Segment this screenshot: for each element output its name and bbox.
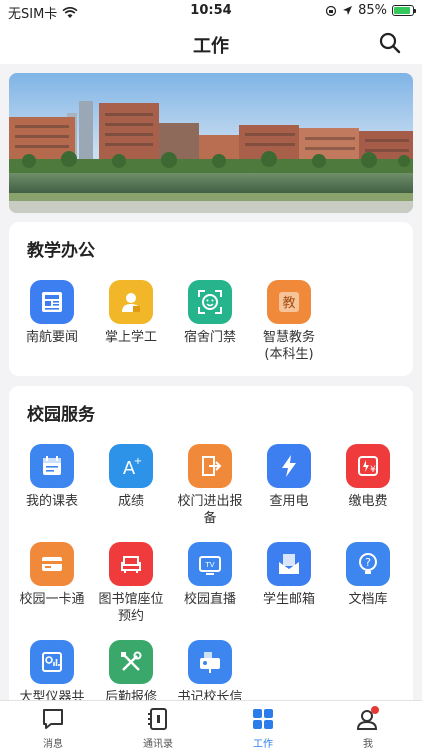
app-label: 大型仪器共 [19, 690, 85, 700]
app-check-electricity[interactable]: 查用电 [250, 444, 328, 510]
campus-photo [9, 73, 413, 213]
profile-icon [356, 706, 379, 730]
app-document-library[interactable]: ? 文档库 [329, 542, 407, 608]
app-campus-card[interactable]: 校园一卡通 [13, 542, 91, 608]
app-label: 缴电费 [348, 494, 388, 509]
contacts-icon [148, 708, 167, 730]
gate-exit-icon [188, 444, 232, 488]
repair-tools-icon [109, 640, 153, 684]
location-icon [343, 6, 353, 15]
app-large-instrument[interactable]: 大型仪器共 [13, 640, 91, 700]
app-label: 南航要闻 [25, 330, 78, 345]
app-logistics-repair[interactable]: 后勤报修 [92, 640, 170, 700]
status-right: 85% [325, 3, 416, 18]
teaching-icon: 教 [267, 280, 311, 324]
app-label: 校园一卡通 [19, 592, 85, 607]
svg-text:¥: ¥ [370, 465, 376, 475]
message-icon [43, 709, 63, 729]
mailbox-icon [188, 640, 232, 684]
battery-icon [392, 5, 416, 16]
teaching-office-section: 教学办公 南航要闻 掌上学工 宿舍门禁 教 智慧教务 (本科生) [9, 222, 413, 376]
library-seat-icon [109, 542, 153, 586]
app-academic-affairs[interactable]: 教 智慧教务 (本科生) [250, 280, 328, 363]
section-title: 校园服务 [27, 405, 95, 425]
app-label: 智慧教务 (本科生) [262, 330, 315, 362]
mail-icon [267, 542, 311, 586]
face-scan-icon [188, 280, 232, 324]
app-label: 我的课表 [25, 494, 78, 509]
app-dorm-access[interactable]: 宿舍门禁 [171, 280, 249, 346]
app-label: 文档库 [348, 592, 388, 607]
campus-card-icon [30, 542, 74, 586]
app-label: 学生邮箱 [262, 592, 315, 607]
app-label: 图书馆座位 预约 [98, 592, 164, 624]
tab-label: 消息 [43, 739, 63, 750]
tab-contacts[interactable]: 通讯录 [116, 705, 200, 750]
app-news[interactable]: 南航要闻 [13, 280, 91, 346]
notification-badge [371, 706, 379, 714]
tab-messages[interactable]: 消息 [11, 705, 95, 750]
tab-label: 工作 [253, 739, 273, 750]
svg-text:TV: TV [204, 561, 214, 569]
nav-bar: 工作 [0, 22, 422, 64]
app-label: 掌上学工 [104, 330, 157, 345]
news-icon [30, 280, 74, 324]
tab-work[interactable]: 工作 [221, 705, 305, 750]
grid-icon [253, 709, 273, 729]
page-title: 工作 [193, 36, 229, 57]
tab-bar: 消息 通讯录 工作 我 [0, 700, 422, 750]
app-student-mail[interactable]: 学生邮箱 [250, 542, 328, 608]
question-doc-icon: ? [346, 542, 390, 586]
svg-text:?: ? [365, 556, 371, 569]
tv-icon: TV [188, 542, 232, 586]
lightning-icon [267, 444, 311, 488]
campus-banner[interactable] [9, 73, 413, 213]
app-pay-electricity[interactable]: ¥ 缴电费 [329, 444, 407, 510]
app-gate-report[interactable]: 校门进出报 备 [171, 444, 249, 527]
campus-services-section: 校园服务 我的课表 A + 成绩 校门进出报 备 查用电 ¥ 缴电费 校园一卡通… [9, 386, 413, 700]
schedule-icon [30, 444, 74, 488]
tab-label: 我 [363, 739, 373, 750]
app-grades[interactable]: A + 成绩 [92, 444, 170, 510]
status-bar: 无SIM卡 10:54 85% [0, 0, 422, 22]
orientation-lock-icon [325, 5, 337, 16]
svg-text:+: + [134, 456, 142, 467]
section-title: 教学办公 [27, 241, 95, 261]
tab-me[interactable]: 我 [326, 705, 410, 750]
app-student-affairs[interactable]: 掌上学工 [92, 280, 170, 346]
main-content: 教学办公 南航要闻 掌上学工 宿舍门禁 教 智慧教务 (本科生) 校园服务 我的… [0, 64, 422, 700]
app-president-mailbox[interactable]: 书记校长信 [171, 640, 249, 700]
app-label: 后勤报修 [104, 690, 157, 700]
battery-level [394, 7, 410, 14]
app-label: 校园直播 [183, 592, 236, 607]
app-library-seat[interactable]: 图书馆座位 预约 [92, 542, 170, 625]
electric-bill-icon: ¥ [346, 444, 390, 488]
app-label: 查用电 [269, 494, 309, 509]
app-my-schedule[interactable]: 我的课表 [13, 444, 91, 510]
svg-text:教: 教 [282, 295, 295, 311]
app-label: 书记校长信 [177, 690, 243, 700]
tab-label: 通讯录 [143, 739, 173, 750]
instrument-icon [30, 640, 74, 684]
app-campus-live[interactable]: TV 校园直播 [171, 542, 249, 608]
app-label: 校门进出报 备 [177, 494, 243, 526]
search-icon[interactable] [378, 31, 402, 55]
battery-percent: 85% [358, 3, 387, 18]
grade-icon: A + [109, 444, 153, 488]
app-label: 成绩 [117, 494, 144, 509]
app-label: 宿舍门禁 [183, 330, 236, 345]
student-icon [109, 280, 153, 324]
